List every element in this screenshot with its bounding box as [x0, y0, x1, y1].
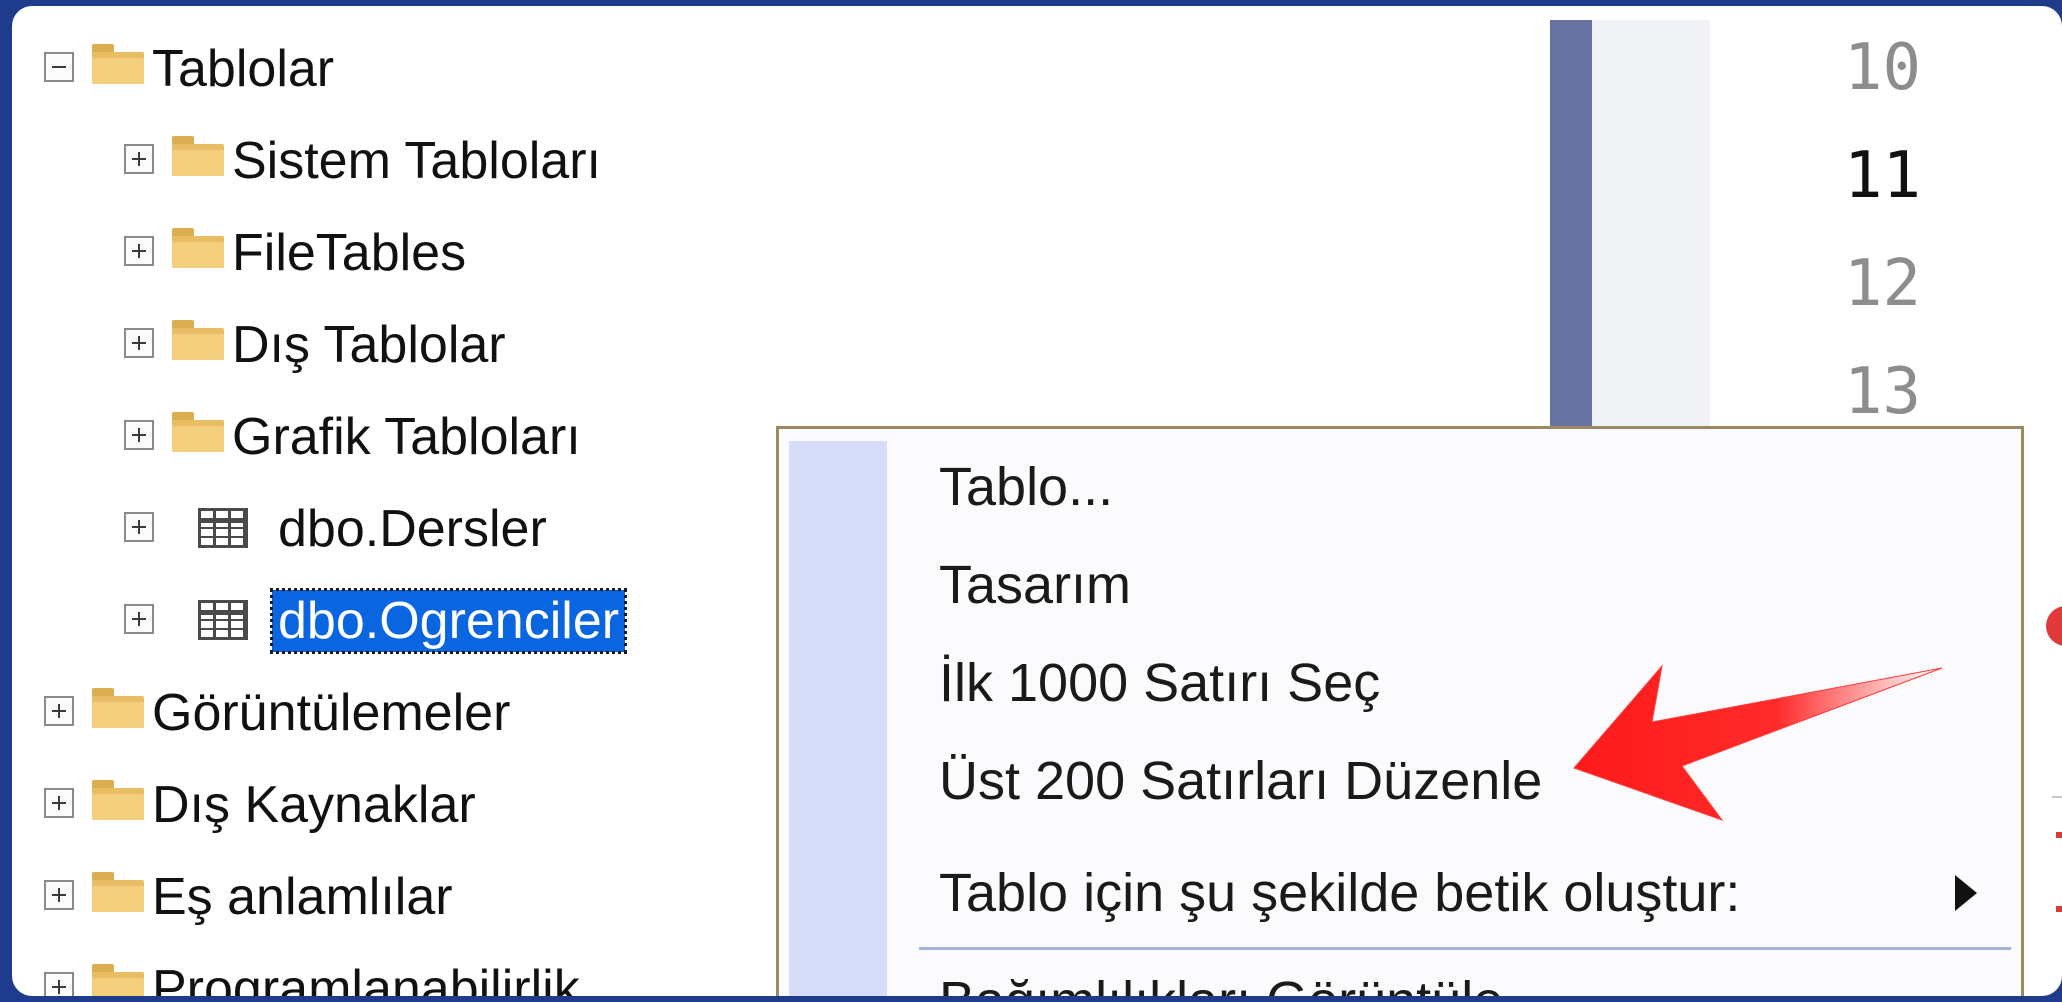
expand-icon[interactable] [124, 512, 154, 542]
menu-item-view-dependencies[interactable]: Bağımlılıkları Görüntüle [939, 969, 1503, 996]
folder-icon [172, 228, 224, 268]
tree-item-label: Görüntülemeler [152, 684, 511, 742]
tree-item-filetables[interactable]: FileTables [12, 210, 752, 296]
menu-item-tasarim[interactable]: Tasarım [939, 553, 1131, 617]
line-number: 10 [1844, 31, 1922, 105]
menu-item-tablo[interactable]: Tablo... [939, 455, 1113, 519]
error-icon [2046, 606, 2062, 646]
screenshot-frame: Tablolar Sistem Tabloları FileTables Dış… [12, 6, 2062, 996]
expand-icon[interactable] [124, 604, 154, 634]
folder-icon [92, 44, 144, 84]
table-icon [198, 600, 248, 640]
menu-icon-strip [789, 441, 887, 996]
line-number: 13 [1844, 355, 1922, 429]
menu-item-script-table-as[interactable]: Tablo için şu şekilde betik oluştur: [939, 861, 1740, 925]
tree-item-label: Sistem Tabloları [232, 132, 601, 190]
expand-icon[interactable] [124, 420, 154, 450]
expand-icon[interactable] [124, 328, 154, 358]
tree-item-label: Tablolar [152, 40, 335, 98]
folder-icon [92, 688, 144, 728]
folder-icon [172, 136, 224, 176]
tree-item-dis-kaynaklar[interactable]: Dış Kaynaklar [12, 762, 752, 848]
menu-item-edit-top-200[interactable]: Üst 200 Satırları Düzenle [939, 749, 1542, 813]
expand-icon[interactable] [44, 972, 74, 996]
folder-icon [172, 412, 224, 452]
folder-icon [92, 872, 144, 912]
divider [2052, 796, 2062, 798]
line-number: 12 [1844, 247, 1922, 321]
tree-item-label: Dış Kaynaklar [152, 776, 476, 834]
error-marker [2056, 832, 2062, 838]
expand-icon[interactable] [44, 788, 74, 818]
tree-item-label: FileTables [232, 224, 467, 282]
tree-item-label: Grafik Tabloları [232, 408, 581, 466]
tree-item-dbo-ogrenciler[interactable]: dbo.Ogrenciler [12, 578, 752, 664]
collapse-icon[interactable] [44, 52, 74, 82]
tree-item-tablolar[interactable]: Tablolar [12, 26, 612, 112]
tree-item-label: Programlanabilirlik [152, 960, 580, 996]
tree-item-goruntulemeler[interactable]: Görüntülemeler [12, 670, 752, 756]
tree-item-es-anlamlilar[interactable]: Eş anlamlılar [12, 854, 752, 940]
tree-item-sistem-tablolari[interactable]: Sistem Tabloları [12, 118, 752, 204]
tree-item-dis-tablolar[interactable]: Dış Tablolar [12, 302, 752, 388]
submenu-arrow-icon [1955, 875, 1977, 911]
expand-icon[interactable] [124, 236, 154, 266]
tree-item-label: Eş anlamlılar [152, 868, 453, 926]
menu-separator [919, 947, 2011, 950]
tree-item-grafik-tablolari[interactable]: Grafik Tabloları [12, 394, 752, 480]
editor-change-bar [1550, 20, 1592, 460]
tree-item-label: Dış Tablolar [232, 316, 506, 374]
table-icon [198, 508, 248, 548]
tree-item-label: dbo.Dersler [278, 500, 547, 558]
red-arrow-icon [1573, 664, 1943, 822]
line-number-current: 11 [1844, 139, 1922, 213]
error-marker [2056, 906, 2062, 912]
tree-item-dbo-dersler[interactable]: dbo.Dersler [12, 486, 752, 572]
tree-item-label-selected: dbo.Ogrenciler [269, 588, 628, 654]
editor-line-gutter [1592, 20, 1710, 460]
folder-icon [172, 320, 224, 360]
folder-icon [92, 964, 144, 996]
expand-icon[interactable] [124, 144, 154, 174]
tree-item-programlanabilirlik[interactable]: Programlanabilirlik [12, 946, 752, 996]
expand-icon[interactable] [44, 696, 74, 726]
menu-item-select-top-1000[interactable]: İlk 1000 Satırı Seç [939, 651, 1380, 715]
folder-icon [92, 780, 144, 820]
expand-icon[interactable] [44, 880, 74, 910]
